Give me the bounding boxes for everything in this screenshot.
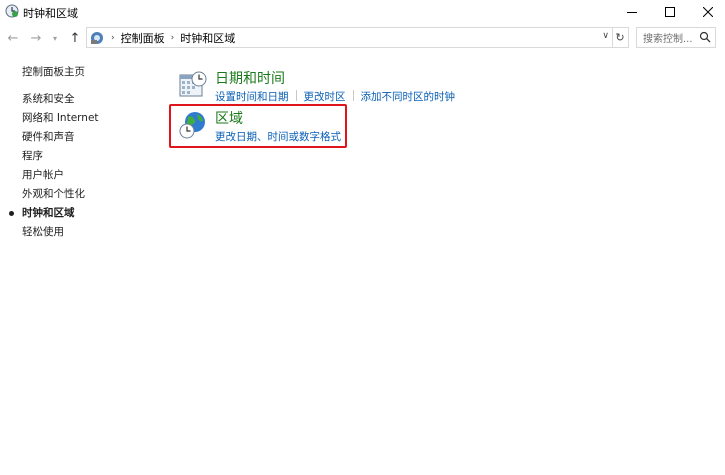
add-clocks-link[interactable]: 添加不同时区的时钟 bbox=[361, 91, 456, 103]
window-title: 时钟和区域 bbox=[23, 7, 78, 20]
close-icon bbox=[703, 7, 713, 17]
breadcrumb-separator-icon: › bbox=[170, 32, 175, 43]
refresh-icon: ↻ bbox=[615, 31, 625, 44]
link-divider bbox=[352, 90, 354, 101]
nav-item-programs[interactable]: 程序 bbox=[22, 147, 162, 166]
set-time-date-link[interactable]: 设置时间和日期 bbox=[215, 91, 289, 103]
maximize-button[interactable] bbox=[650, 0, 690, 24]
minimize-button[interactable] bbox=[612, 0, 652, 24]
nav-item-hardware-sound[interactable]: 硬件和声音 bbox=[22, 128, 162, 147]
breadcrumb-control-panel[interactable]: 控制面板 bbox=[121, 30, 165, 46]
nav-item-appearance[interactable]: 外观和个性化 bbox=[22, 185, 162, 204]
nav-item-clock-region[interactable]: 时钟和区域 bbox=[9, 204, 162, 223]
control-panel-icon bbox=[91, 31, 103, 44]
date-time-title[interactable]: 日期和时间 bbox=[215, 68, 285, 88]
maximize-icon bbox=[665, 7, 675, 17]
arrow-left-icon: ← bbox=[7, 30, 19, 46]
arrow-up-icon: ↑ bbox=[69, 30, 81, 46]
refresh-button[interactable]: ↻ bbox=[612, 27, 629, 48]
nav-item-label: 时钟和区域 bbox=[22, 207, 75, 219]
date-time-links: 设置时间和日期 更改时区 添加不同时区的时钟 bbox=[215, 89, 455, 104]
breadcrumb-separator-icon: › bbox=[111, 32, 115, 43]
back-button[interactable]: ← bbox=[4, 26, 22, 50]
breadcrumb-clock-region[interactable]: 时钟和区域 bbox=[180, 30, 235, 46]
category-list: 系统和安全 网络和 Internet 硬件和声音 程序 用户帐户 外观和个性化 … bbox=[9, 90, 162, 242]
nav-item-user-accounts[interactable]: 用户帐户 bbox=[22, 166, 162, 185]
nav-item-ease-of-access[interactable]: 轻松使用 bbox=[22, 223, 162, 242]
search-input[interactable]: 搜索控制... bbox=[636, 27, 716, 48]
forward-button[interactable]: → bbox=[27, 26, 45, 50]
control-panel-home-link[interactable]: 控制面板主页 bbox=[22, 63, 162, 82]
nav-item-system-security[interactable]: 系统和安全 bbox=[22, 90, 162, 109]
recent-locations-button[interactable]: ▾ bbox=[48, 26, 62, 50]
left-navigation: 控制面板主页 系统和安全 网络和 Internet 硬件和声音 程序 用户帐户 … bbox=[9, 63, 162, 242]
chevron-down-icon: ▾ bbox=[52, 33, 57, 43]
search-placeholder: 搜索控制... bbox=[643, 34, 693, 45]
current-bullet-icon bbox=[9, 211, 14, 216]
link-divider bbox=[295, 90, 297, 101]
up-button[interactable]: ↑ bbox=[66, 26, 84, 50]
title-bar: 时钟和区域 bbox=[0, 0, 725, 24]
change-timezone-link[interactable]: 更改时区 bbox=[304, 91, 346, 103]
search-icon bbox=[699, 31, 711, 43]
navigation-row: ← → ▾ ↑ › 控制面板 › 时钟和区域 ∨ ↻ 搜索控制... bbox=[0, 26, 725, 50]
clock-region-app-icon bbox=[5, 4, 19, 18]
nav-item-network-internet[interactable]: 网络和 Internet bbox=[22, 109, 162, 128]
calendar-clock-icon bbox=[179, 71, 207, 97]
address-dropdown-icon[interactable]: ∨ bbox=[602, 31, 609, 41]
address-bar[interactable]: › 控制面板 › 时钟和区域 ∨ bbox=[86, 27, 613, 48]
minimize-icon bbox=[627, 11, 637, 13]
arrow-right-icon: → bbox=[30, 30, 42, 46]
close-button[interactable] bbox=[688, 0, 725, 24]
region-highlight-box bbox=[169, 104, 347, 148]
